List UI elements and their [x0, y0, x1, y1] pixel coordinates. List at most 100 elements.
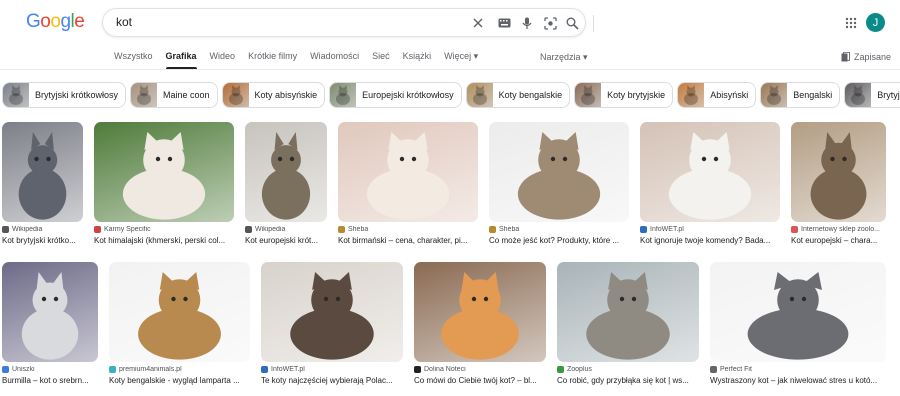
- result-thumbnail[interactable]: [94, 122, 234, 222]
- result-source[interactable]: Internetowy sklep zoolo...: [791, 226, 886, 233]
- search-input[interactable]: [116, 15, 456, 29]
- related-search-chip[interactable]: Bengalski: [760, 82, 841, 108]
- google-logo[interactable]: Google: [26, 11, 85, 33]
- result-source[interactable]: Dolina Noteci: [414, 366, 546, 373]
- result-thumbnail[interactable]: [2, 262, 98, 362]
- result-source[interactable]: Wikipedia: [245, 226, 327, 233]
- chip-label: Koty bengalskie: [498, 90, 563, 100]
- result-title[interactable]: Te koty najczęściej wybierają Polac...: [261, 376, 403, 385]
- tab-item[interactable]: Wiadomości: [310, 51, 359, 69]
- result-thumbnail[interactable]: [640, 122, 780, 222]
- result-thumbnail[interactable]: [489, 122, 629, 222]
- related-search-chip[interactable]: Abisyński: [677, 82, 757, 108]
- result-title[interactable]: Co może jeść kot? Produkty, które ...: [489, 236, 629, 245]
- logo-letter: o: [40, 11, 51, 32]
- result-thumbnail[interactable]: [245, 122, 327, 222]
- image-result-card[interactable]: Uniszki Burmilla – kot o srebrn...: [2, 262, 98, 385]
- source-name: Uniszki: [12, 366, 35, 373]
- related-search-chip[interactable]: Maine coon: [130, 82, 218, 108]
- apps-grid-icon[interactable]: [845, 16, 857, 29]
- cat-photo-placeholder: [441, 272, 519, 360]
- favicon-icon: [94, 226, 101, 233]
- tab-item[interactable]: Sieć: [372, 51, 390, 69]
- image-result-card[interactable]: Perfect Fit Wystraszony kot – jak niwelow…: [710, 262, 886, 385]
- image-result-card[interactable]: premium4animals.pl Koty bengalskie - wygl…: [109, 262, 250, 385]
- tab-item[interactable]: Więcej ▾: [444, 51, 478, 69]
- source-name: Zooplus: [567, 366, 592, 373]
- search-icon[interactable]: [565, 16, 579, 30]
- tab-item[interactable]: Krótkie filmy: [248, 51, 297, 69]
- cat-photo-placeholder: [586, 272, 670, 360]
- image-result-card[interactable]: Sheba Kot birmański – cena, charakter, pi…: [338, 122, 478, 245]
- tools-menu[interactable]: Narzędzia ▾: [540, 52, 588, 63]
- result-thumbnail[interactable]: [109, 262, 250, 362]
- favicon-icon: [791, 226, 798, 233]
- result-title[interactable]: Kot europejski krót...: [245, 236, 327, 245]
- tab-item[interactable]: Wideo: [210, 51, 236, 69]
- image-result-card[interactable]: Dolina Noteci Co mówi do Ciebie twój kot?…: [414, 262, 546, 385]
- image-result-card[interactable]: Zooplus Co robić, gdy przybłąka się kot |…: [557, 262, 699, 385]
- source-name: InfoWET.pl: [271, 366, 305, 373]
- result-source[interactable]: Uniszki: [2, 366, 98, 373]
- microphone-icon[interactable]: [520, 16, 534, 30]
- result-source[interactable]: Zooplus: [557, 366, 699, 373]
- result-source[interactable]: Karmy Specific: [94, 226, 234, 233]
- result-thumbnail[interactable]: [710, 262, 886, 362]
- source-name: Wikipedia: [255, 226, 286, 233]
- image-result-card[interactable]: Wikipedia Kot europejski krót...: [245, 122, 327, 245]
- search-tabs: Wszystko Grafika Wideo Krótkie filmy Wiadomo…: [114, 51, 491, 69]
- saved-link[interactable]: Zapisane: [841, 52, 891, 62]
- result-title[interactable]: Koty bengalskie - wygląd lamparta ...: [109, 376, 250, 385]
- tab-item[interactable]: Wszystko: [114, 51, 153, 69]
- result-thumbnail[interactable]: [791, 122, 886, 222]
- result-title[interactable]: Kot brytyjski krótko...: [2, 236, 83, 245]
- image-result-card[interactable]: InfoWET.pl Kot ignoruje twoje komendy? Ba…: [640, 122, 780, 245]
- account-avatar[interactable]: J: [866, 13, 885, 32]
- image-result-card[interactable]: Wikipedia Kot brytyjski krótko...: [2, 122, 83, 245]
- result-title[interactable]: Kot europejski – chara...: [791, 236, 886, 245]
- lens-icon[interactable]: [543, 16, 557, 30]
- result-thumbnail[interactable]: [557, 262, 699, 362]
- image-result-card[interactable]: Internetowy sklep zoolo... Kot europejski…: [791, 122, 886, 245]
- related-search-chip[interactable]: Koty abisyńskie: [221, 82, 326, 108]
- result-title[interactable]: Burmilla – kot o srebrn...: [2, 376, 98, 385]
- tab-item[interactable]: Grafika: [165, 51, 197, 69]
- related-search-chip[interactable]: Koty brytyjskie: [574, 82, 674, 108]
- result-source[interactable]: Wikipedia: [2, 226, 83, 233]
- result-source[interactable]: InfoWET.pl: [640, 226, 780, 233]
- result-source[interactable]: Sheba: [489, 226, 629, 233]
- result-source[interactable]: premium4animals.pl: [109, 366, 250, 373]
- source-name: Karmy Specific: [104, 226, 151, 233]
- cat-photo-placeholder: [290, 272, 374, 360]
- result-thumbnail[interactable]: [414, 262, 546, 362]
- result-title[interactable]: Kot himalajski (khmerski, perski col...: [94, 236, 234, 245]
- result-title[interactable]: Co mówi do Ciebie twój kot? – bl...: [414, 376, 546, 385]
- source-name: Perfect Fit: [720, 366, 752, 373]
- image-result-card[interactable]: Sheba Co może jeść kot? Produkty, które .…: [489, 122, 629, 245]
- related-searches-chips: Brytyjski krótkowłosy Maine coon Koty abis…: [2, 82, 900, 108]
- chip-label: Brytyjski krótkowłosy: [35, 90, 119, 100]
- result-thumbnail[interactable]: [261, 262, 403, 362]
- search-box[interactable]: [102, 8, 594, 37]
- result-source[interactable]: Perfect Fit: [710, 366, 886, 373]
- logo-letter: G: [26, 11, 41, 32]
- related-search-chip[interactable]: Brytyjski krótkowłosy: [2, 82, 127, 108]
- result-title[interactable]: Kot birmański – cena, charakter, pi...: [338, 236, 478, 245]
- related-search-chip[interactable]: Koty bengalskie: [465, 82, 571, 108]
- result-title[interactable]: Co robić, gdy przybłąka się kot | ws...: [557, 376, 699, 385]
- chip-thumbnail: [575, 83, 602, 107]
- related-search-chip[interactable]: Europejski krótkowłosy: [329, 82, 462, 108]
- close-icon[interactable]: [471, 16, 485, 30]
- tab-item[interactable]: Książki: [403, 51, 432, 69]
- keyboard-icon[interactable]: [497, 16, 511, 30]
- result-source[interactable]: InfoWET.pl: [261, 366, 403, 373]
- result-source[interactable]: Sheba: [338, 226, 478, 233]
- result-thumbnail[interactable]: [2, 122, 83, 222]
- result-title[interactable]: Wystraszony kot – jak niwelować stres u …: [710, 376, 886, 385]
- result-thumbnail[interactable]: [338, 122, 478, 222]
- image-result-card[interactable]: InfoWET.pl Te koty najczęściej wybierają …: [261, 262, 403, 385]
- result-title[interactable]: Kot ignoruje twoje komendy? Bada...: [640, 236, 780, 245]
- related-search-chip[interactable]: Brytyjs: [844, 82, 900, 108]
- image-result-card[interactable]: Karmy Specific Kot himalajski (khmerski, …: [94, 122, 234, 245]
- favicon-icon: [109, 366, 116, 373]
